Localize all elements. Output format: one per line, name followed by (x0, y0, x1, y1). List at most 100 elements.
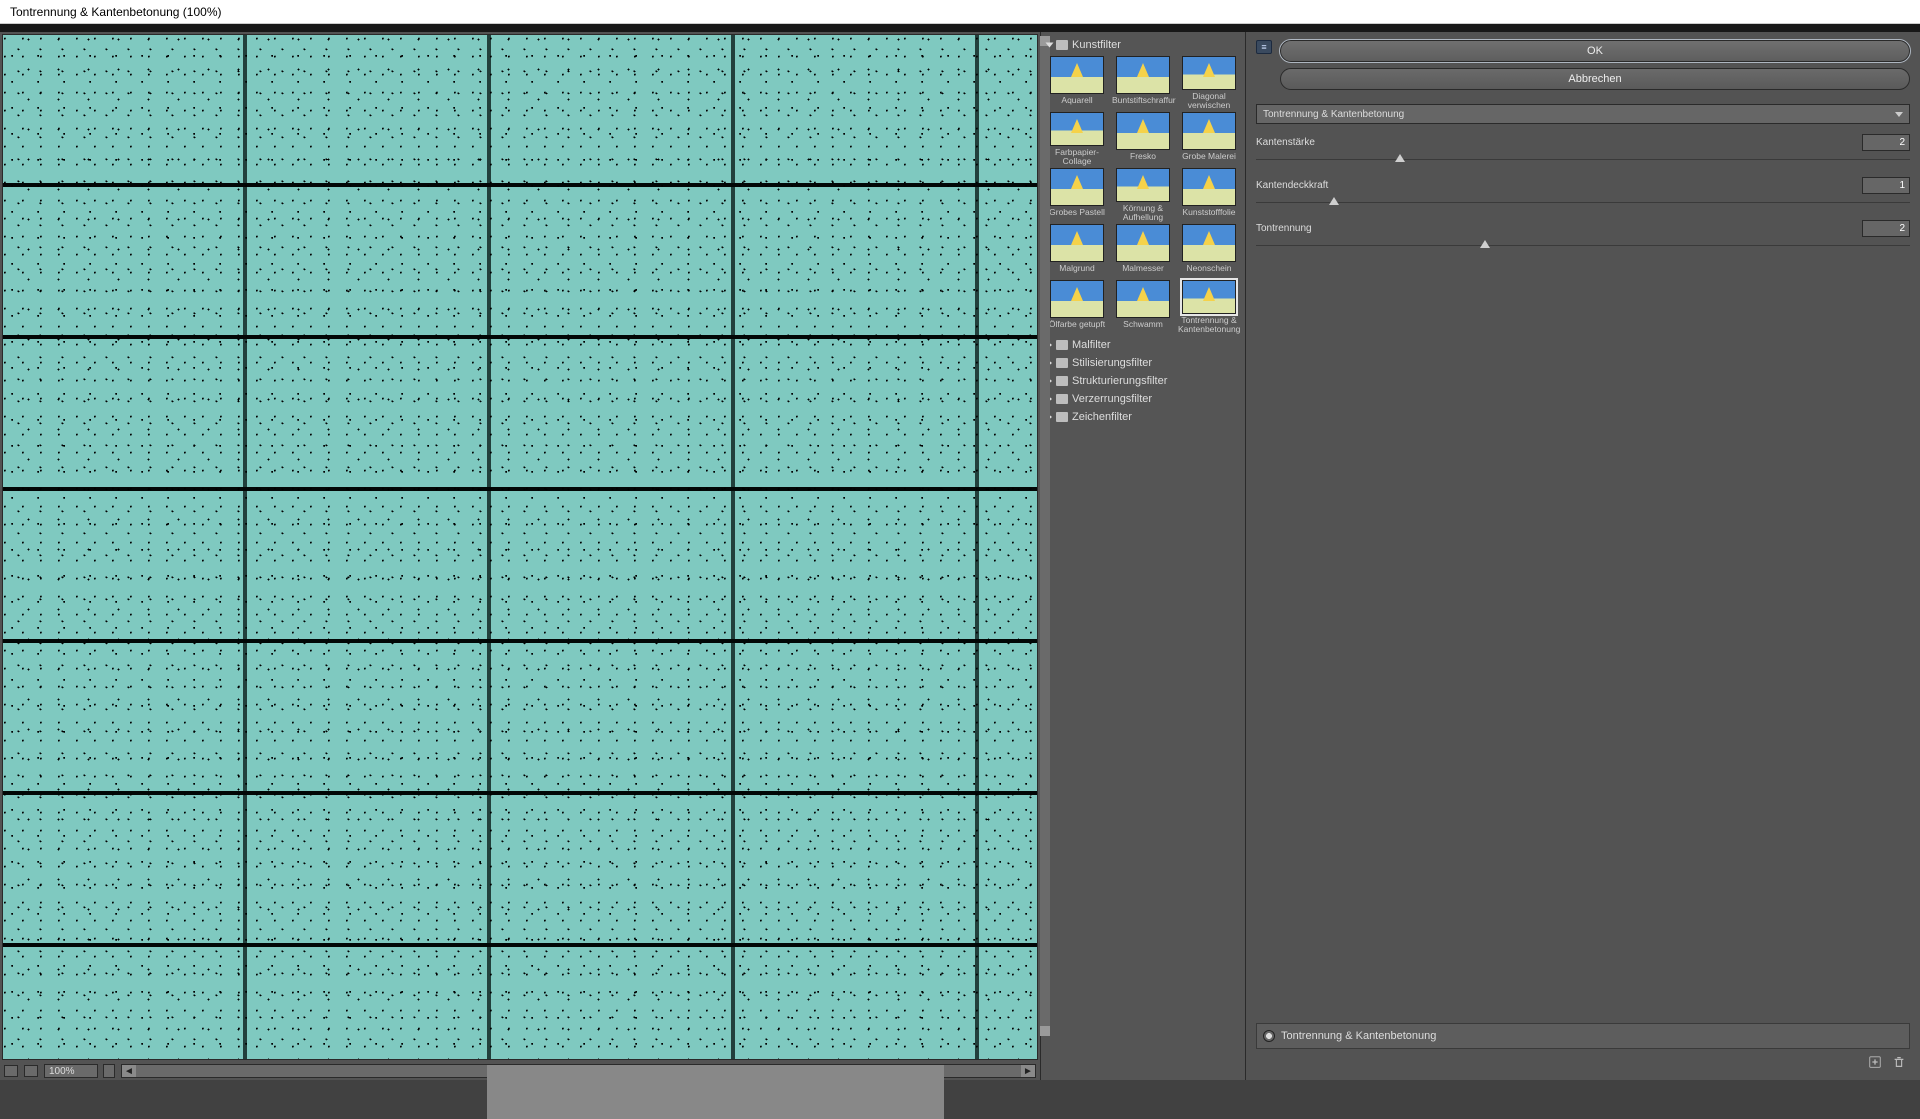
slider-track[interactable] (1256, 153, 1910, 167)
ok-label: OK (1587, 45, 1603, 57)
zoom-field[interactable]: 100% (44, 1064, 98, 1078)
thumbnail-label: Malmesser (1122, 264, 1164, 273)
new-effect-layer-button[interactable] (1868, 1055, 1882, 1074)
thumbnail-image (1116, 280, 1170, 318)
cancel-button[interactable]: Abbrechen (1280, 68, 1910, 90)
category-label: Verzerrungsfilter (1072, 393, 1152, 405)
preview-footer: 100% ◄ ► (0, 1062, 1040, 1080)
filter-thumbnail[interactable]: Schwamm (1111, 280, 1175, 334)
scroll-right-icon[interactable]: ► (1021, 1065, 1035, 1077)
filter-category[interactable]: Kunstfilter (1043, 36, 1243, 54)
filter-thumbnail[interactable]: Ölfarbe getupft (1045, 280, 1109, 334)
folder-icon (1056, 358, 1068, 368)
slider-2: Tontrennung 2 (1256, 220, 1910, 253)
filter-category[interactable]: Zeichenfilter (1043, 408, 1243, 426)
filter-gallery: Kunstfilter Aquarell BuntstiftschraffurDia… (1040, 32, 1246, 1080)
thumbnail-image (1116, 56, 1170, 94)
slider-label: Kantenstärke (1256, 137, 1315, 148)
filter-category[interactable]: Malfilter (1043, 336, 1243, 354)
window-title: Tontrennung & Kantenbetonung (100%) (10, 5, 222, 19)
slider-label: Kantendeckkraft (1256, 180, 1328, 191)
thumbnail-label: Buntstiftschraffur (1112, 96, 1174, 105)
controls-panel: ≡ OK Abbrechen Tontrennung & Kantenbeton… (1246, 32, 1920, 1080)
slider-handle[interactable] (1480, 240, 1490, 248)
filter-thumbnail[interactable]: Farbpapier-Collage (1045, 112, 1109, 166)
filter-thumbnail[interactable]: Buntstiftschraffur (1111, 56, 1175, 110)
filter-thumbnail[interactable]: Grobe Malerei (1177, 112, 1241, 166)
filter-select-value: Tontrennung & Kantenbetonung (1263, 109, 1404, 120)
slider-label: Tontrennung (1256, 223, 1312, 234)
window-titlebar: Tontrennung & Kantenbetonung (100%) (0, 0, 1920, 24)
fit-view-button[interactable] (4, 1065, 18, 1077)
effect-layer-row[interactable]: Tontrennung & Kantenbetonung (1256, 1023, 1910, 1049)
folder-icon (1056, 412, 1068, 422)
ok-button[interactable]: OK (1280, 40, 1910, 62)
slider-handle[interactable] (1329, 197, 1339, 205)
thumbnail-label: Fresko (1130, 152, 1156, 161)
actual-pixels-button[interactable] (24, 1065, 38, 1077)
thumbnail-image (1050, 112, 1104, 146)
slider-value-input[interactable]: 1 (1862, 177, 1910, 194)
zoom-value: 100% (49, 1066, 75, 1077)
category-label: Zeichenfilter (1072, 411, 1132, 423)
thumbnail-image (1182, 168, 1236, 206)
filter-thumbnail[interactable]: Fresko (1111, 112, 1175, 166)
folder-icon (1056, 376, 1068, 386)
thumbnail-image (1050, 224, 1104, 262)
thumbnail-label: Körnung & Aufhellung (1112, 204, 1174, 222)
thumbnail-image (1116, 168, 1170, 202)
thumbnail-image (1116, 224, 1170, 262)
thumbnail-label: Grobe Malerei (1182, 152, 1236, 161)
slider-track[interactable] (1256, 239, 1910, 253)
effect-layer-label: Tontrennung & Kantenbetonung (1281, 1030, 1436, 1042)
thumbnail-label: Schwamm (1123, 320, 1163, 329)
scroll-down-icon[interactable] (1040, 1026, 1050, 1036)
chevron-down-icon (1895, 112, 1903, 117)
preview-column: 100% ◄ ► (0, 32, 1040, 1080)
filter-select[interactable]: Tontrennung & Kantenbetonung (1256, 104, 1910, 124)
zoom-dropdown[interactable] (103, 1064, 115, 1078)
filter-thumbnail[interactable]: Kunststofffolie (1177, 168, 1241, 222)
filter-thumbnail[interactable]: Grobes Pastell (1045, 168, 1109, 222)
thumbnail-image (1182, 56, 1236, 90)
filter-thumbnail[interactable]: Tontrennung & Kantenbetonung (1177, 280, 1241, 334)
category-label: Strukturierungsfilter (1072, 375, 1167, 387)
effect-layer-list: Tontrennung & Kantenbetonung (1256, 1023, 1910, 1074)
visibility-eye-icon[interactable] (1263, 1030, 1275, 1042)
slider-0: Kantenstärke 2 (1256, 134, 1910, 167)
delete-effect-layer-button[interactable] (1892, 1055, 1906, 1074)
thumbnail-label: Tontrennung & Kantenbetonung (1178, 316, 1240, 334)
slider-value-input[interactable]: 2 (1862, 220, 1910, 237)
filter-thumbnail[interactable]: Neonschein (1177, 224, 1241, 278)
filter-category[interactable]: Stilisierungsfilter (1043, 354, 1243, 372)
thumbnail-image (1182, 280, 1236, 314)
preview-horizontal-scrollbar[interactable]: ◄ ► (121, 1064, 1036, 1078)
thumbnail-image (1050, 168, 1104, 206)
slider-track[interactable] (1256, 196, 1910, 210)
slider-value-input[interactable]: 2 (1862, 134, 1910, 151)
thumbnail-image (1050, 280, 1104, 318)
filter-thumbnail[interactable]: Malgrund (1045, 224, 1109, 278)
filter-thumbnail[interactable]: Malmesser (1111, 224, 1175, 278)
menu-strip (0, 24, 1920, 32)
panel-menu-icon[interactable]: ≡ (1256, 40, 1272, 54)
slider-handle[interactable] (1395, 154, 1405, 162)
thumbnail-grid: Aquarell BuntstiftschraffurDiagonal verwi… (1043, 54, 1243, 336)
preview-vertical-scrollbar[interactable] (1040, 36, 1050, 1036)
thumbnail-image (1182, 224, 1236, 262)
thumbnail-image (1050, 56, 1104, 94)
panel-menu-glyph: ≡ (1261, 42, 1266, 52)
thumbnail-image (1182, 112, 1236, 150)
filter-category[interactable]: Strukturierungsfilter (1043, 372, 1243, 390)
filter-thumbnail[interactable]: Diagonal verwischen (1177, 56, 1241, 110)
filter-category[interactable]: Verzerrungsfilter (1043, 390, 1243, 408)
disclosure-triangle-icon (1046, 43, 1054, 48)
filter-thumbnail[interactable]: Aquarell (1045, 56, 1109, 110)
category-label: Kunstfilter (1072, 39, 1121, 51)
filter-thumbnail[interactable]: Körnung & Aufhellung (1111, 168, 1175, 222)
image-preview[interactable] (2, 34, 1038, 1060)
thumbnail-label: Aquarell (1061, 96, 1092, 105)
scroll-left-icon[interactable]: ◄ (122, 1065, 136, 1077)
workspace: 100% ◄ ► Kunstfilter Aquarell Buntstiftsch… (0, 32, 1920, 1080)
scroll-thumb[interactable] (487, 1065, 944, 1119)
